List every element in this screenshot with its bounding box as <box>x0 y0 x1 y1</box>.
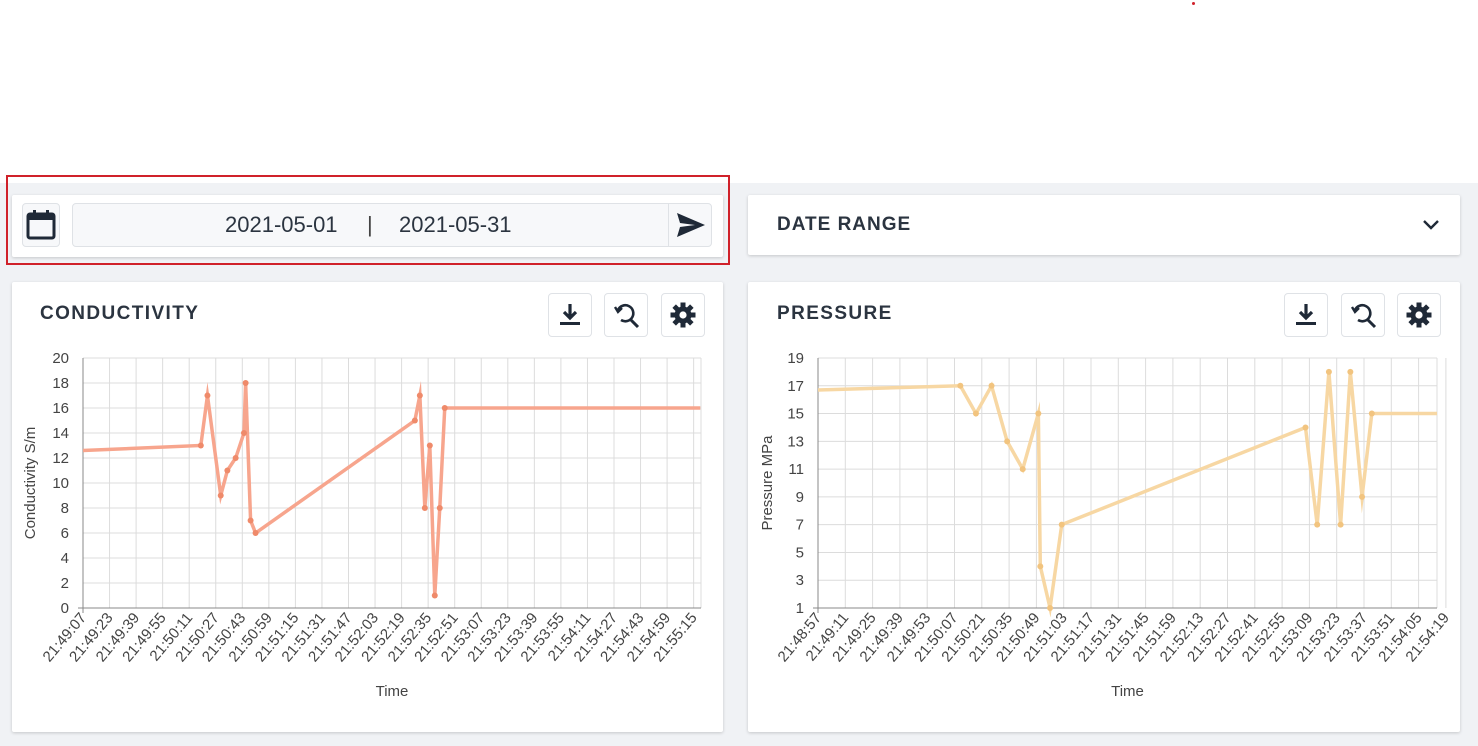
pressure-data-point[interactable] <box>1314 521 1321 528</box>
pressure-y-tick-label: 1 <box>796 600 804 617</box>
pressure-data-point[interactable] <box>1019 466 1026 473</box>
pressure-y-tick-label: 17 <box>787 378 804 395</box>
pressure-data-point[interactable] <box>1058 521 1065 528</box>
pressure-y-tick-label: 3 <box>796 572 804 589</box>
pressure-y-tick-label: 9 <box>796 489 804 506</box>
pressure-y-tick-label: 11 <box>788 461 804 478</box>
pressure-data-point[interactable] <box>1047 605 1054 611</box>
pressure-y-tick-label: 13 <box>787 433 804 450</box>
pressure-series-line <box>817 371 1437 618</box>
pressure-data-point[interactable] <box>1302 424 1309 431</box>
pressure-data-point[interactable] <box>1359 493 1366 500</box>
pressure-data-point[interactable] <box>1337 521 1344 528</box>
pressure-data-point[interactable] <box>1004 438 1011 445</box>
pressure-data-point[interactable] <box>1035 410 1042 417</box>
pressure-data-point[interactable] <box>1368 410 1375 417</box>
pressure-data-point[interactable] <box>972 410 979 417</box>
pressure-y-tick-label: 7 <box>796 517 804 534</box>
pressure-x-axis-label: Time <box>1111 683 1144 700</box>
pressure-data-point[interactable] <box>1325 368 1332 375</box>
pressure-chart[interactable]: 13579111315171921:48:5721:49:1121:49:252… <box>0 0 1478 746</box>
pressure-data-point[interactable] <box>957 382 964 389</box>
pressure-y-tick-label: 15 <box>787 406 804 423</box>
pressure-y-axis-label: Pressure MPa <box>759 435 776 531</box>
pressure-data-point[interactable] <box>1037 563 1044 570</box>
pressure-y-tick-label: 19 <box>787 350 804 367</box>
pressure-y-tick-label: 5 <box>796 544 804 561</box>
pressure-data-point[interactable] <box>1347 368 1354 375</box>
pressure-data-point[interactable] <box>988 382 995 389</box>
